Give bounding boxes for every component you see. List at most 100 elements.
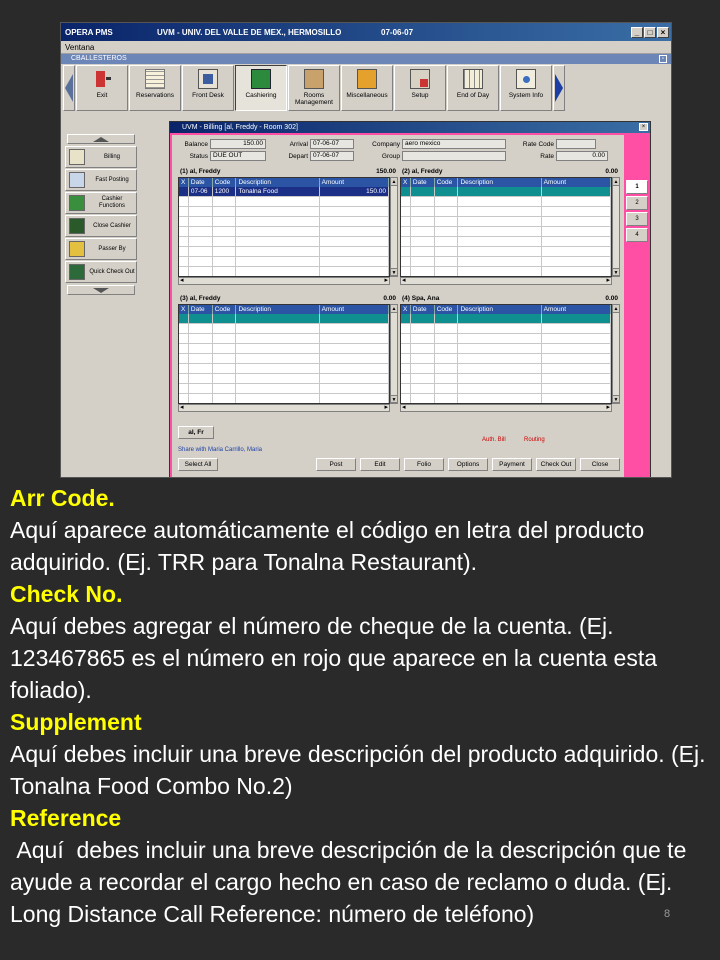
fast-posting-button[interactable]: Fast Posting xyxy=(65,169,137,191)
panel-scroll-down[interactable] xyxy=(67,285,135,295)
window-2-grid[interactable]: X Date Code Description Amount xyxy=(400,177,612,277)
table-row[interactable] xyxy=(401,324,611,334)
close-button[interactable]: Close xyxy=(580,458,620,471)
table-row[interactable] xyxy=(401,354,611,364)
front-desk-button[interactable]: Front Desk xyxy=(182,65,234,111)
routing-link[interactable]: Routing xyxy=(524,437,545,443)
post-button[interactable]: Post xyxy=(316,458,356,471)
table-row[interactable] xyxy=(179,257,389,267)
table-row[interactable] xyxy=(401,334,611,344)
setup-button[interactable]: Setup xyxy=(394,65,446,111)
maximize-button[interactable]: □ xyxy=(644,26,656,38)
reservations-button[interactable]: Reservations xyxy=(129,65,181,111)
folio-button[interactable]: Folio xyxy=(404,458,444,471)
table-row[interactable] xyxy=(401,187,611,197)
table-row[interactable] xyxy=(401,227,611,237)
window-1-grid[interactable]: X Date Code Description Amount 07-06 1200 Tona… xyxy=(178,177,390,277)
select-all-button[interactable]: Select All xyxy=(178,458,218,471)
body-supplement: Aquí debes incluir una breve descripción… xyxy=(10,741,706,799)
window-1-hscroll[interactable] xyxy=(178,276,390,285)
options-button[interactable]: Options xyxy=(448,458,488,471)
window-tab-1[interactable]: 1 xyxy=(626,180,648,194)
table-row[interactable] xyxy=(401,217,611,227)
table-row[interactable] xyxy=(401,257,611,267)
window-tab-4[interactable]: 4 xyxy=(626,228,648,242)
close-cashier-button[interactable]: Close Cashier xyxy=(65,215,137,237)
table-row[interactable] xyxy=(401,374,611,384)
table-row[interactable] xyxy=(179,394,389,403)
close-window-button[interactable]: × xyxy=(657,26,669,38)
table-row[interactable] xyxy=(179,207,389,217)
window-tab-2[interactable]: 2 xyxy=(626,196,648,210)
payment-button[interactable]: Payment xyxy=(492,458,532,471)
table-row[interactable] xyxy=(401,394,611,403)
table-row[interactable] xyxy=(179,324,389,334)
table-row[interactable]: 07-06 1200 Tonalna Food 150.00 xyxy=(179,187,389,197)
window-tab-3[interactable]: 3 xyxy=(626,212,648,226)
edit-button[interactable]: Edit xyxy=(360,458,400,471)
table-row[interactable] xyxy=(401,267,611,276)
panel-scroll-up[interactable] xyxy=(67,134,135,144)
share-with-link[interactable]: Share with Maria Carrillo, Maria xyxy=(178,447,262,453)
billing-body: Balance 150.00 Status DUE OUT Arrival 07… xyxy=(172,135,624,477)
table-row[interactable] xyxy=(401,237,611,247)
table-row[interactable] xyxy=(401,364,611,374)
window-3-hscroll[interactable] xyxy=(178,403,390,412)
system-info-button[interactable]: System Info xyxy=(500,65,552,111)
minimize-button[interactable]: _ xyxy=(631,26,643,38)
rooms-management-button[interactable]: Rooms Management xyxy=(288,65,340,111)
menu-ventana[interactable]: Ventana xyxy=(65,43,94,52)
table-row[interactable] xyxy=(179,354,389,364)
auth-bill-link[interactable]: Auth. Bill xyxy=(482,437,506,443)
table-row[interactable] xyxy=(401,314,611,324)
table-row[interactable] xyxy=(179,344,389,354)
window-4-grid[interactable]: X Date Code Description Amount xyxy=(400,304,612,404)
guest-name-button[interactable]: al, Fr xyxy=(178,426,214,439)
toolbar-scroll-right-button[interactable] xyxy=(553,65,565,111)
table-row[interactable] xyxy=(179,217,389,227)
quick-check-out-button[interactable]: Quick Check Out xyxy=(65,261,137,283)
table-row[interactable] xyxy=(179,247,389,257)
exit-button[interactable]: Exit xyxy=(76,65,128,111)
table-row[interactable] xyxy=(179,227,389,237)
miscellaneous-button[interactable]: Miscellaneous xyxy=(341,65,393,111)
window-1-total: 150.00 xyxy=(376,168,396,175)
toolbar-scroll-left-button[interactable] xyxy=(63,65,75,111)
cashiering-panel: Billing Fast Posting Cashier Functions C… xyxy=(63,132,139,477)
table-row[interactable] xyxy=(179,374,389,384)
table-row[interactable] xyxy=(401,384,611,394)
window-1-vscroll[interactable]: ▲ ▼ xyxy=(390,177,398,277)
rooms-icon xyxy=(304,69,324,89)
window-3-grid[interactable]: X Date Code Description Amount xyxy=(178,304,390,404)
window-3-vscroll[interactable]: ▲ ▼ xyxy=(390,304,398,404)
table-row[interactable] xyxy=(179,237,389,247)
table-row[interactable] xyxy=(179,267,389,276)
cashier-functions-button[interactable]: Cashier Functions xyxy=(65,192,137,214)
restore-icon[interactable]: ▫ xyxy=(659,55,667,63)
table-row[interactable] xyxy=(401,207,611,217)
table-row[interactable] xyxy=(179,364,389,374)
table-row[interactable] xyxy=(179,197,389,207)
arrival-field: 07-06-07 xyxy=(310,139,354,149)
calendar-icon xyxy=(145,69,165,89)
window-2-vscroll[interactable]: ▲ ▼ xyxy=(612,177,620,277)
window-4-hscroll[interactable] xyxy=(400,403,612,412)
billing-button[interactable]: Billing xyxy=(65,146,137,168)
table-row[interactable] xyxy=(401,344,611,354)
title-bar: OPERA PMS UVM - UNIV. DEL VALLE DE MEX.,… xyxy=(61,23,671,41)
table-row[interactable] xyxy=(179,334,389,344)
check-out-button[interactable]: Check Out xyxy=(536,458,576,471)
passer-by-button[interactable]: Passer By xyxy=(65,238,137,260)
table-row[interactable] xyxy=(401,247,611,257)
end-of-day-icon xyxy=(463,69,483,89)
window-2-hscroll[interactable] xyxy=(400,276,612,285)
table-row[interactable] xyxy=(179,314,389,324)
table-row[interactable] xyxy=(179,384,389,394)
cashiering-button[interactable]: Cashiering xyxy=(235,65,287,111)
rate-field: 0.00 xyxy=(556,151,608,161)
rate-code-label: Rate Code xyxy=(522,140,554,148)
billing-close-icon[interactable]: × xyxy=(639,123,648,131)
table-row[interactable] xyxy=(401,197,611,207)
window-4-vscroll[interactable]: ▲ ▼ xyxy=(612,304,620,404)
end-of-day-button[interactable]: End of Day xyxy=(447,65,499,111)
